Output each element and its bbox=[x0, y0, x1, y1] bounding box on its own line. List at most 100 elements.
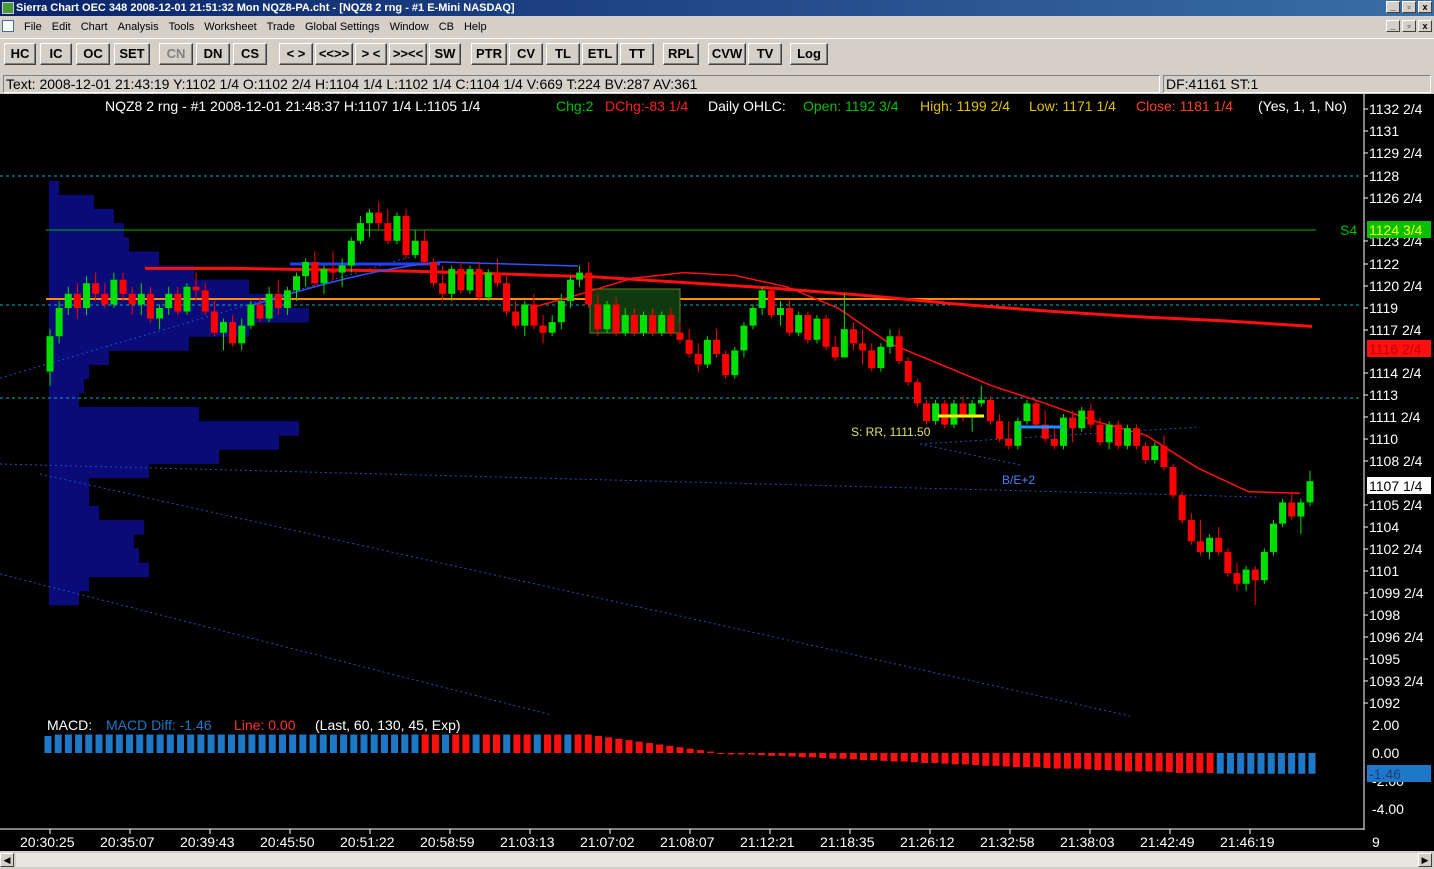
cs-button[interactable]: CS bbox=[233, 43, 267, 65]
candle-body bbox=[265, 293, 273, 319]
time-label: 21:07:02 bbox=[580, 834, 635, 850]
macd-bar bbox=[442, 734, 450, 753]
price-axis[interactable]: 1132 2/411311129 2/411281126 2/41123 2/4… bbox=[1364, 101, 1424, 711]
candle-body bbox=[1196, 541, 1204, 552]
candle-body bbox=[603, 304, 611, 330]
menu-analysis[interactable]: Analysis bbox=[113, 17, 164, 37]
price-label: 1120 2/4 bbox=[1369, 278, 1423, 294]
candle-body bbox=[411, 240, 419, 255]
macd-bar bbox=[54, 734, 62, 753]
compress-button[interactable]: > < bbox=[355, 43, 387, 65]
macd-bar bbox=[941, 753, 949, 764]
macd-axis-label: 2.00 bbox=[1372, 717, 1399, 733]
time-label: 21:32:58 bbox=[980, 834, 1035, 850]
scroll-button[interactable]: < > bbox=[279, 43, 313, 65]
dn-button[interactable]: DN bbox=[196, 43, 230, 65]
candle-body bbox=[356, 223, 364, 241]
scroll-track[interactable] bbox=[16, 853, 1418, 867]
minimize-button[interactable]: _ bbox=[1386, 1, 1400, 13]
price-label: 1132 2/4 bbox=[1369, 101, 1423, 117]
macd-bar bbox=[370, 734, 378, 753]
macd-bar bbox=[819, 753, 827, 758]
macd-bar bbox=[95, 734, 103, 753]
hc-button[interactable]: HC bbox=[4, 43, 36, 65]
candle-body bbox=[503, 283, 511, 312]
candle-body bbox=[384, 223, 392, 241]
doc-close-button[interactable]: x bbox=[1418, 20, 1432, 32]
macd-diff: MACD Diff: -1.46 bbox=[106, 717, 212, 733]
candle-body bbox=[649, 315, 657, 333]
candle-body bbox=[429, 262, 437, 284]
candle-body bbox=[302, 262, 310, 277]
macd-bar bbox=[452, 734, 460, 753]
doc-restore-button[interactable]: ▫ bbox=[1402, 20, 1416, 32]
scroll-right-arrow-icon[interactable]: ▶ bbox=[1418, 853, 1432, 867]
tv-button[interactable]: TV bbox=[748, 43, 782, 65]
chart-svg[interactable]: S: RR, 1111.50 B/E+2 NQZ8 2 rng - #1 200… bbox=[0, 94, 1434, 851]
macd-bar bbox=[676, 747, 684, 753]
menu-edit[interactable]: Edit bbox=[47, 17, 76, 37]
fit-button[interactable]: >><< bbox=[389, 43, 427, 65]
doc-minimize-button[interactable]: _ bbox=[1386, 20, 1400, 32]
tt-button[interactable]: TT bbox=[620, 43, 654, 65]
cvw-button[interactable]: CVW bbox=[708, 43, 746, 65]
expand-button[interactable]: <<>> bbox=[315, 43, 353, 65]
horizontal-scrollbar[interactable]: ◀ ▶ bbox=[0, 851, 1434, 869]
macd-bar bbox=[156, 734, 164, 753]
cv-button[interactable]: CV bbox=[509, 43, 543, 65]
log-button[interactable]: Log bbox=[790, 43, 828, 65]
macd-bar bbox=[472, 734, 480, 753]
tl-button[interactable]: TL bbox=[546, 43, 580, 65]
sw-button[interactable]: SW bbox=[429, 43, 461, 65]
menu-tools[interactable]: Tools bbox=[164, 17, 200, 37]
macd-bar bbox=[839, 753, 847, 759]
candle-body bbox=[923, 403, 931, 422]
macd-bar bbox=[299, 734, 307, 753]
macd-bar bbox=[85, 734, 93, 753]
candle-body bbox=[1050, 438, 1058, 446]
menu-global-settings[interactable]: Global Settings bbox=[300, 17, 385, 37]
time-label: 21:18:35 bbox=[820, 834, 875, 850]
menu-trade[interactable]: Trade bbox=[262, 17, 300, 37]
candle-body bbox=[621, 315, 629, 333]
menu-file[interactable]: File bbox=[19, 17, 47, 37]
candle-body bbox=[932, 403, 940, 422]
macd-bar bbox=[859, 753, 867, 761]
restore-button[interactable]: ▫ bbox=[1402, 1, 1416, 13]
time-label: 21:08:07 bbox=[660, 834, 715, 850]
macd-bar bbox=[1033, 753, 1041, 768]
menu-worksheet[interactable]: Worksheet bbox=[199, 17, 261, 37]
header-low: Low: 1171 1/4 bbox=[1029, 98, 1116, 114]
time-axis[interactable]: 20:30:25 20:35:07 20:39:43 20:45:50 20:51:22… bbox=[20, 829, 1275, 850]
document-icon[interactable] bbox=[2, 20, 14, 32]
price-label: 1098 bbox=[1369, 607, 1400, 623]
macd-bar bbox=[258, 734, 266, 753]
macd-bar bbox=[1216, 753, 1224, 774]
macd-bar bbox=[1175, 753, 1183, 773]
etl-button[interactable]: ETL bbox=[582, 43, 618, 65]
chart-area[interactable]: S: RR, 1111.50 B/E+2 NQZ8 2 rng - #1 200… bbox=[0, 94, 1434, 851]
oc-button[interactable]: OC bbox=[76, 43, 110, 65]
scroll-left-arrow-icon[interactable]: ◀ bbox=[0, 853, 14, 867]
candle-body bbox=[512, 311, 520, 326]
candle-body bbox=[110, 279, 118, 305]
menu-window[interactable]: Window bbox=[385, 17, 434, 37]
menu-help[interactable]: Help bbox=[459, 17, 492, 37]
profile-bar bbox=[49, 378, 84, 394]
cn-button[interactable]: CN bbox=[159, 43, 193, 65]
macd-bar bbox=[696, 750, 704, 753]
menu-cb[interactable]: CB bbox=[434, 17, 459, 37]
price-label: 1113 bbox=[1369, 387, 1398, 403]
menu-chart[interactable]: Chart bbox=[76, 17, 113, 37]
set-button[interactable]: SET bbox=[114, 43, 150, 65]
candle-body bbox=[612, 304, 620, 333]
toolbar: HC IC OC SET CN DN CS < > <<>> > < >><< … bbox=[0, 38, 1434, 72]
ic-button[interactable]: IC bbox=[40, 43, 72, 65]
ptr-button[interactable]: PTR bbox=[471, 43, 507, 65]
trend-line-c bbox=[0, 573, 553, 716]
rpl-button[interactable]: RPL bbox=[663, 43, 699, 65]
candle-body bbox=[786, 307, 794, 333]
close-button[interactable]: x bbox=[1418, 1, 1432, 13]
macd-bar bbox=[289, 734, 297, 753]
candle-body bbox=[402, 216, 410, 255]
